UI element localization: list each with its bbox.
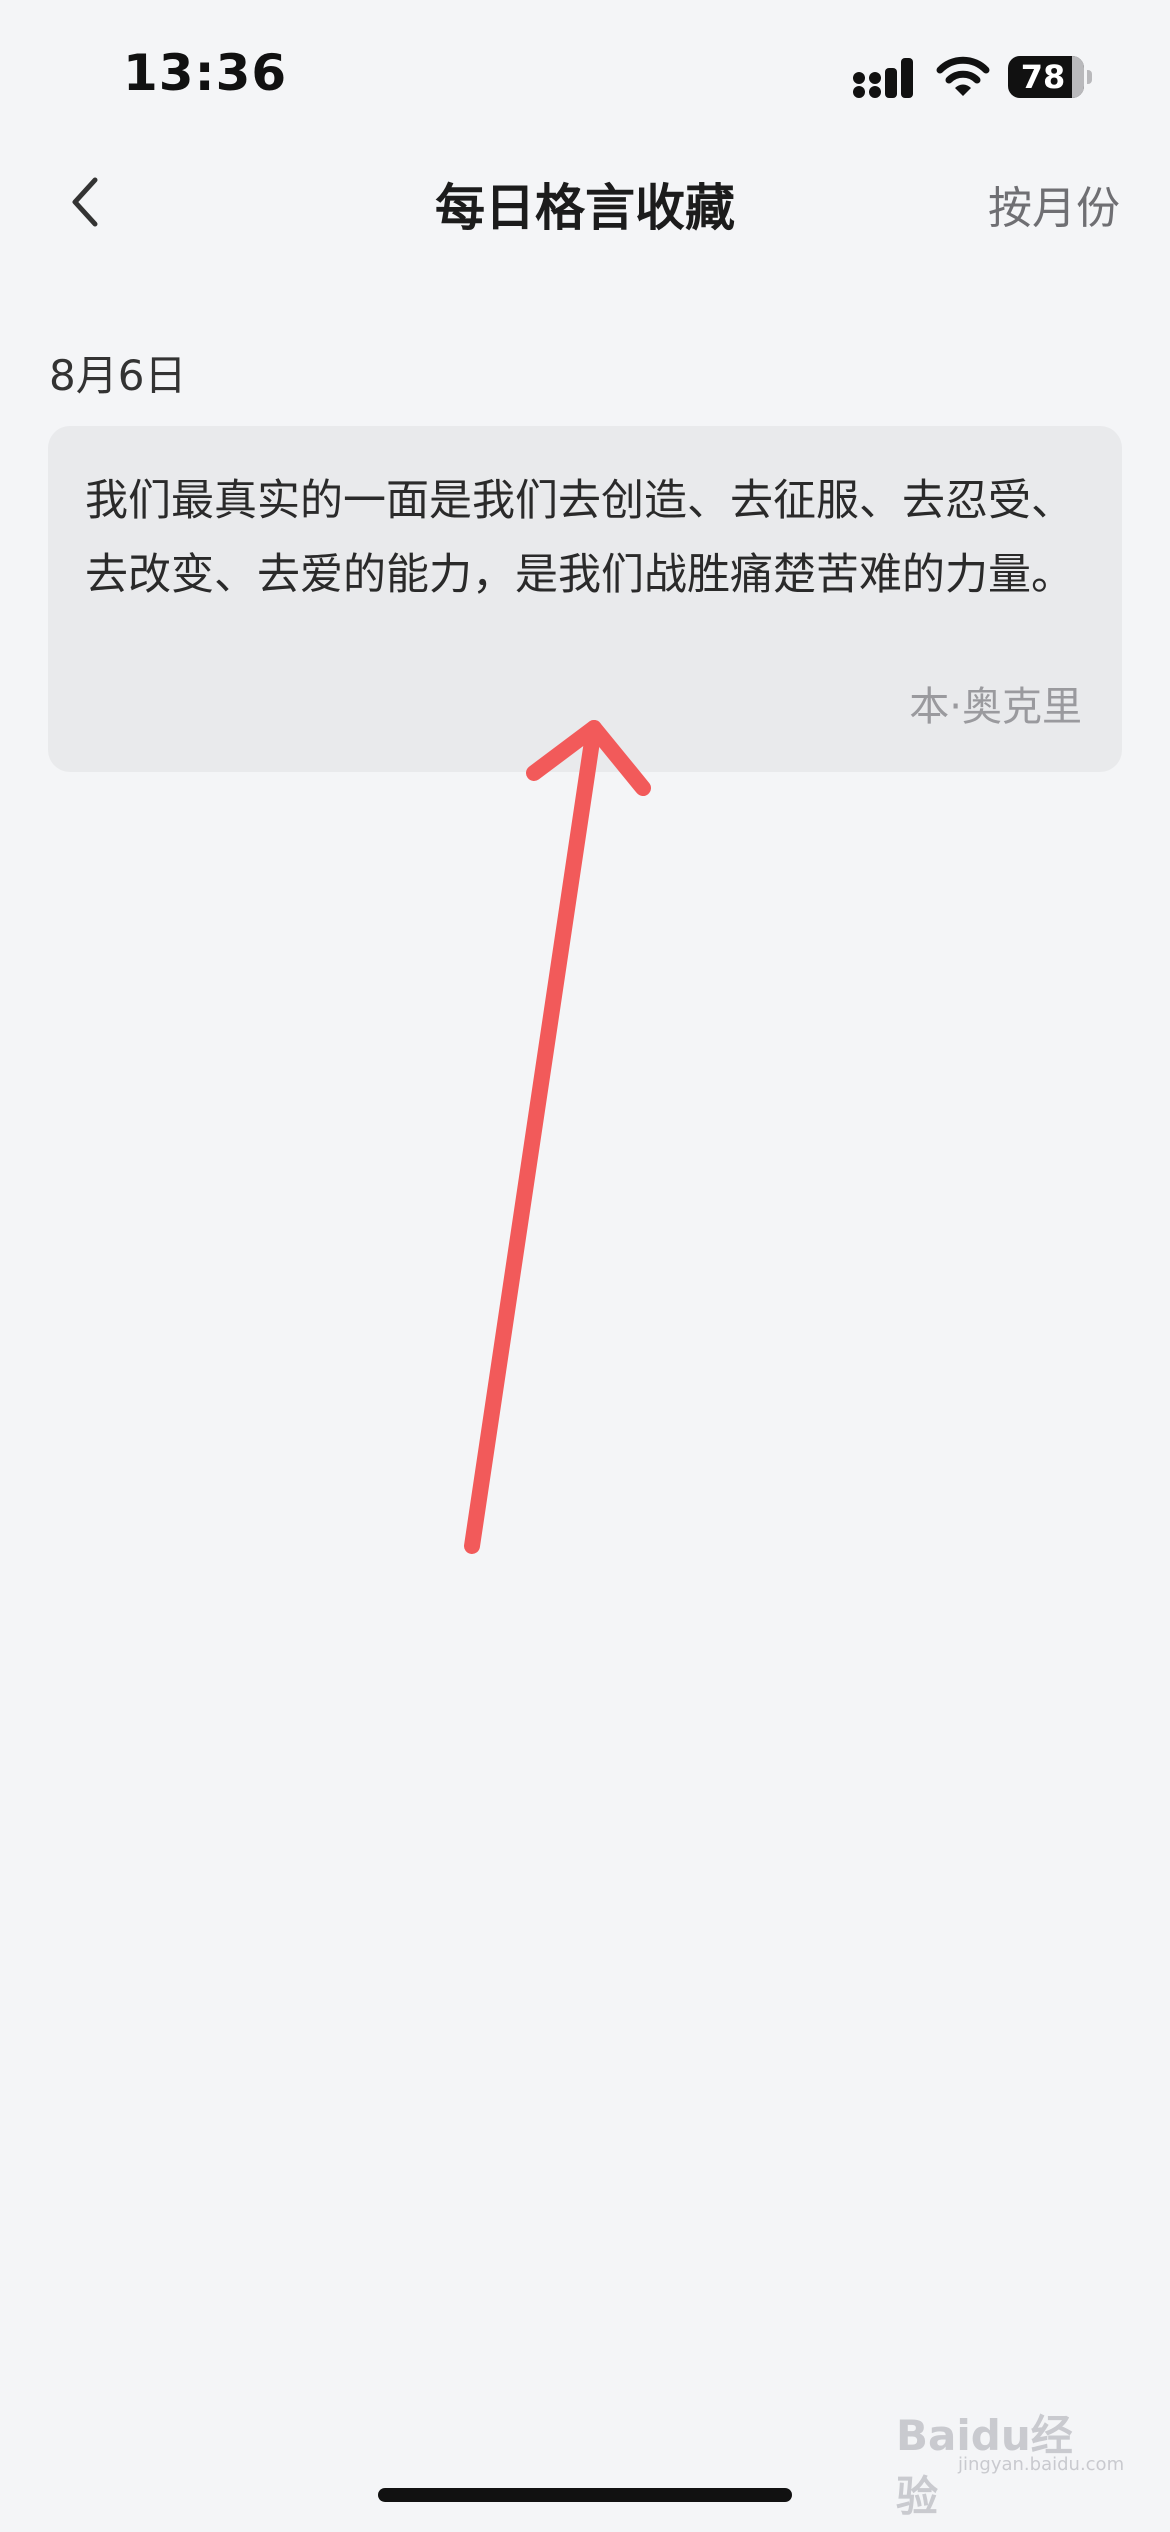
nav-bar: 每日格言收藏 按月份 — [0, 140, 1170, 265]
home-indicator[interactable] — [378, 2488, 792, 2502]
battery-body: 78 — [1008, 56, 1084, 98]
status-bar: 13:36 78 — [0, 0, 1170, 140]
battery-icon: 78 — [1008, 56, 1092, 98]
quote-author: 本·奥克里 — [909, 684, 1082, 730]
chevron-left-icon — [72, 177, 98, 227]
status-time: 13:36 — [123, 44, 288, 102]
baidu-watermark: Baidu经验 jingyan.baidu.com — [896, 2402, 1124, 2521]
by-month-button[interactable]: 按月份 — [988, 172, 1120, 236]
quote-card[interactable]: 我们最真实的一面是我们去创造、去征服、去忍受、去改变、去爱的能力，是我们战胜痛楚… — [48, 426, 1122, 772]
back-button[interactable] — [50, 162, 120, 242]
entry-date: 8月6日 — [49, 351, 187, 400]
quote-text: 我们最真实的一面是我们去创造、去征服、去忍受、去改变、去爱的能力，是我们战胜痛楚… — [85, 476, 1074, 600]
page-title: 每日格言收藏 — [435, 179, 735, 237]
battery-level: 78 — [1020, 58, 1066, 96]
watermark-sub: jingyan.baidu.com — [958, 2454, 1125, 2475]
battery-tip — [1087, 70, 1092, 84]
wifi-icon — [936, 56, 990, 96]
signal-icon — [853, 58, 913, 98]
